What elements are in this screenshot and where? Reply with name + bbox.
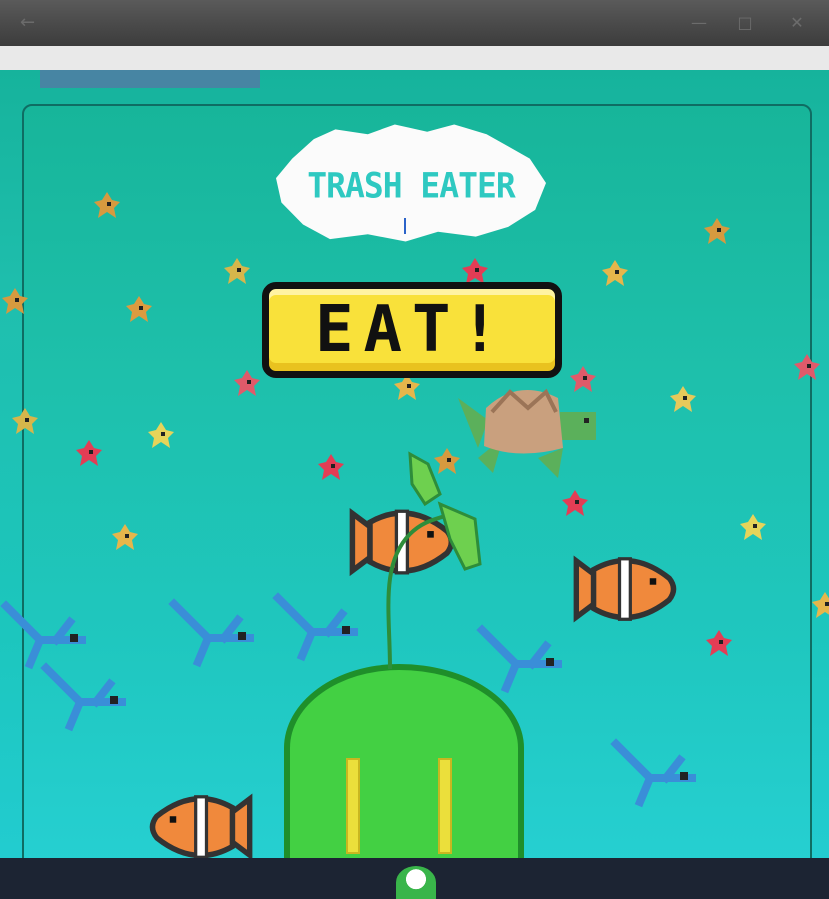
minimize-icon[interactable]: — [690, 14, 708, 32]
plankton-sprite [670, 386, 696, 412]
stick-fish-sprite [610, 738, 696, 808]
plankton-sprite [224, 258, 250, 284]
plankton-sprite [234, 370, 260, 396]
clownfish-sprite [573, 555, 677, 623]
game-title: TRASH EATER [307, 165, 516, 206]
plankton-sprite [12, 408, 38, 434]
background-cloud [40, 70, 260, 88]
stick-fish-sprite [168, 598, 254, 668]
app-dock-icon[interactable] [396, 866, 436, 899]
plankton-sprite [602, 260, 628, 286]
address-strip [0, 46, 829, 70]
sprout-plant [386, 451, 482, 670]
plankton-sprite [2, 288, 28, 314]
plankton-sprite [76, 440, 102, 466]
plankton-sprite [704, 218, 730, 244]
clownfish-sprite [149, 793, 253, 861]
maximize-icon[interactable]: □ [736, 14, 754, 32]
text-cursor [404, 218, 406, 234]
plankton-sprite [794, 354, 820, 380]
hill-stripe [438, 758, 452, 854]
hill-stripe [346, 758, 360, 854]
window-titlebar: ← — □ ✕ [0, 0, 829, 46]
eat-button-label: EAT! [314, 293, 510, 367]
stick-fish-sprite [272, 592, 358, 662]
green-hill [284, 664, 524, 864]
close-icon[interactable]: ✕ [788, 14, 806, 32]
plankton-sprite [94, 192, 120, 218]
stick-fish-sprite [40, 662, 126, 732]
plankton-sprite [740, 514, 766, 540]
plankton-sprite [112, 524, 138, 550]
plankton-sprite [148, 422, 174, 448]
stick-fish-sprite [0, 600, 86, 670]
plankton-sprite [126, 296, 152, 322]
plankton-sprite [562, 490, 588, 516]
plankton-sprite [706, 630, 732, 656]
plankton-sprite [812, 592, 829, 618]
back-arrow-icon[interactable]: ← [20, 12, 35, 33]
eat-button[interactable]: EAT! [262, 282, 562, 378]
plankton-sprite [318, 454, 344, 480]
